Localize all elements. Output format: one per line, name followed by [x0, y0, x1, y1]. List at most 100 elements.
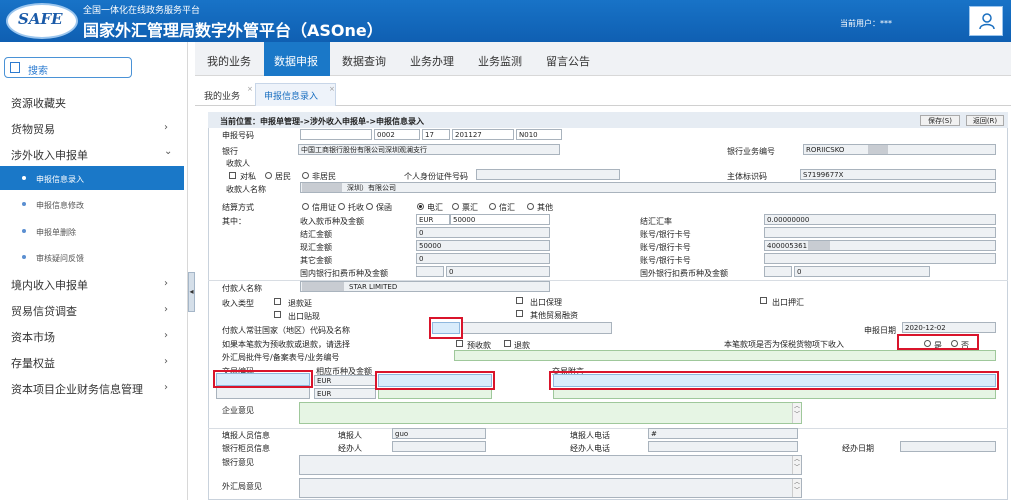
tx-code-field-2[interactable]	[216, 387, 310, 399]
tab-report-entry[interactable]: 申报信息录入	[264, 89, 318, 102]
private-checkbox[interactable]	[229, 172, 236, 179]
report-no-field-4[interactable]: 201127	[452, 129, 514, 140]
tx-currency-1[interactable]: EUR	[314, 375, 376, 386]
sidebar-subitem-feedback[interactable]: 审核疑问反馈	[36, 253, 84, 264]
top-nav-monitoring[interactable]: 业务监测	[478, 53, 522, 69]
report-no-field-5[interactable]: N010	[516, 129, 562, 140]
sidebar-item-foreign-income[interactable]: 涉外收入申报单	[11, 147, 88, 163]
foreign-fee-currency[interactable]	[764, 266, 792, 277]
handler-tel-field	[648, 441, 798, 452]
export-guarantee-checkbox[interactable]	[516, 297, 523, 304]
dom-fee-currency[interactable]	[416, 266, 444, 277]
header-subtitle: 全国一体化在线政务服务平台	[83, 6, 201, 16]
save-button[interactable]: 保存(S)	[920, 115, 960, 126]
export-discount-label: 出口贴现	[288, 312, 320, 321]
settle-amount-field[interactable]: 0	[416, 227, 550, 238]
payer-country-name	[462, 322, 612, 334]
search-box[interactable]	[4, 57, 132, 78]
scroll-up-icon[interactable]: ︿	[794, 479, 800, 486]
sidebar-collapse-handle[interactable]: ◂	[188, 272, 195, 312]
top-nav-business-handle[interactable]: 业务办理	[410, 53, 454, 69]
settle-lc-radio[interactable]	[302, 203, 309, 210]
settle-dd-radio[interactable]	[452, 203, 459, 210]
settle-tt-radio[interactable]	[417, 203, 424, 210]
scroll-up-icon[interactable]: ︿	[794, 456, 800, 463]
report-no-label: 申报号码	[222, 131, 254, 140]
top-nav-my-business[interactable]: 我的业务	[207, 53, 251, 69]
settle-guarantee-label: 保函	[376, 203, 392, 212]
user-icon	[979, 13, 995, 30]
sidebar-item-domestic-income[interactable]: 境内收入申报单	[11, 277, 88, 293]
account2-field[interactable]: 400005361	[764, 240, 996, 251]
sidebar-subitem-delete[interactable]: 申报单删除	[36, 227, 76, 238]
currency-select[interactable]: EUR	[416, 214, 450, 225]
user-button[interactable]	[969, 6, 1003, 36]
settle-mt-radio[interactable]	[489, 203, 496, 210]
export-bill-label: 出口押汇	[772, 298, 804, 307]
tab-my-business[interactable]: 我的业务	[204, 89, 240, 102]
account3-field[interactable]	[764, 253, 996, 264]
refund2-checkbox[interactable]	[504, 340, 511, 347]
sidebar-item-capital-market[interactable]: 资本市场	[11, 329, 55, 345]
report-no-field-1[interactable]	[300, 129, 372, 140]
spot-amount-field[interactable]: 50000	[416, 240, 550, 251]
settle-guarantee-radio[interactable]	[366, 203, 373, 210]
scroll-up-icon[interactable]: ︿	[794, 403, 800, 410]
entity-id-label: 主体标识码	[727, 172, 767, 181]
sidebar-subitem-entry[interactable]: 申报信息录入	[36, 174, 84, 185]
approval-no-field[interactable]	[454, 350, 996, 361]
other-finance-label: 其他贸易融资	[530, 311, 578, 320]
report-date-label: 申报日期	[864, 326, 896, 335]
back-button[interactable]: 返回(R)	[966, 115, 1004, 126]
top-nav-data-report[interactable]: 数据申报	[274, 53, 318, 69]
exchange-rate-field: 0.00000000	[764, 214, 996, 225]
bullet-icon	[22, 202, 26, 206]
refund-label: 退款延	[288, 299, 312, 308]
id-no-field[interactable]	[476, 169, 620, 180]
settle-collection-radio[interactable]	[338, 203, 345, 210]
foreign-fee-amount[interactable]: 0	[794, 266, 930, 277]
other-finance-checkbox[interactable]	[516, 310, 523, 317]
dom-fee-label: 国内银行扣费币种及金额	[300, 269, 388, 278]
opinion-textarea[interactable]	[299, 402, 802, 424]
scroll-arrows[interactable]: ︿ ﹀	[792, 479, 801, 497]
sidebar-item-trade-credit[interactable]: 贸易信贷调查	[11, 303, 77, 319]
report-no-field-2[interactable]: 0002	[374, 129, 420, 140]
scroll-arrows[interactable]: ︿ ﹀	[792, 456, 801, 474]
top-nav-data-query[interactable]: 数据查询	[342, 53, 386, 69]
filler-field[interactable]: guo	[392, 428, 486, 439]
sidebar-item-favorites[interactable]: 资源收藏夹	[11, 95, 66, 111]
account1-field[interactable]	[764, 227, 996, 238]
export-discount-checkbox[interactable]	[274, 311, 281, 318]
prepay-checkbox[interactable]	[456, 340, 463, 347]
close-icon[interactable]: ×	[329, 85, 335, 93]
bullet-icon	[22, 176, 26, 180]
chevron-down-icon: ⌄	[164, 146, 173, 157]
other-amount-field[interactable]: 0	[416, 253, 550, 264]
export-bill-checkbox[interactable]	[760, 297, 767, 304]
scroll-down-icon[interactable]: ﹀	[794, 464, 800, 471]
highlight-box	[429, 317, 463, 339]
amount-field[interactable]: 50000	[450, 214, 550, 225]
tx-currency-2[interactable]: EUR	[314, 388, 376, 399]
dom-fee-amount[interactable]: 0	[446, 266, 550, 277]
close-icon[interactable]: ×	[247, 85, 253, 93]
report-no-field-3[interactable]: 17	[422, 129, 450, 140]
scroll-arrows[interactable]: ︿ ﹀	[792, 403, 801, 423]
resident-radio[interactable]	[265, 172, 272, 179]
filler-label: 填报人	[338, 431, 362, 440]
settle-other-radio[interactable]	[527, 203, 534, 210]
filler-tel-field[interactable]: #	[648, 428, 798, 439]
nonresident-radio[interactable]	[302, 172, 309, 179]
sidebar-subitem-modify[interactable]: 申报信息修改	[36, 200, 84, 211]
sidebar-item-equity[interactable]: 存量权益	[11, 355, 55, 371]
sidebar-item-goods-trade[interactable]: 货物贸易	[11, 121, 55, 137]
highlight-box	[897, 334, 979, 350]
scroll-down-icon[interactable]: ﹀	[794, 411, 800, 418]
sidebar-subitem-active-bg	[0, 166, 184, 190]
refund-checkbox[interactable]	[274, 298, 281, 305]
scroll-down-icon[interactable]: ﹀	[794, 487, 800, 494]
top-nav-announcements[interactable]: 留言公告	[546, 53, 590, 69]
chevron-right-icon: ›	[164, 356, 168, 367]
sidebar-item-capital-finance[interactable]: 资本项目企业财务信息管理	[11, 381, 143, 397]
